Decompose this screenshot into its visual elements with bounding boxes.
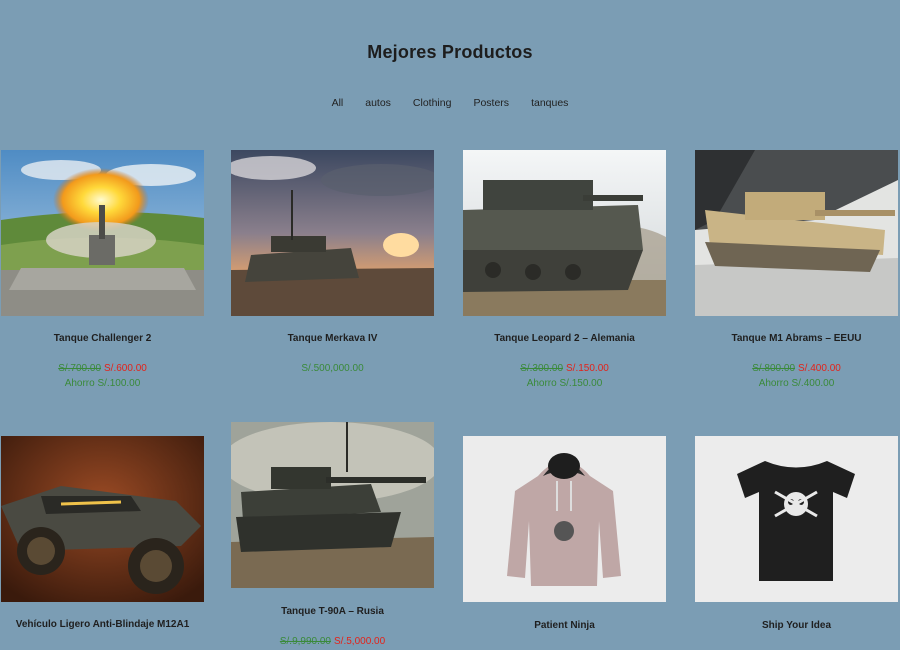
product-name[interactable]: Tanque Leopard 2 – Alemania	[449, 333, 680, 344]
sale-price: S/.400.00	[798, 363, 841, 374]
product-image-hoodie[interactable]	[463, 436, 666, 602]
old-price: S/.9,990.00	[279, 636, 331, 647]
old-price: S/.800.00	[752, 363, 795, 374]
savings-text: Ahorro S/.400.00	[758, 378, 835, 389]
savings-text: Ahorro S/.100.00	[64, 378, 141, 389]
product-image-tank-aircraft[interactable]	[695, 150, 898, 316]
old-price: S/.700.00	[58, 363, 101, 374]
price-line: S/.700.00 S/.600.00	[1, 363, 204, 374]
price-line: S/.9,990.00 S/.5,000.00	[231, 636, 434, 647]
product-name[interactable]: Tanque Merkava IV	[217, 333, 448, 344]
product-image-tank-mud[interactable]	[231, 422, 434, 588]
product-name[interactable]: Patient Ninja	[449, 620, 680, 631]
sale-price: S/.150.00	[566, 363, 609, 374]
product-grid: Tanque Challenger 2 S/.700.00 S/.600.00 A…	[0, 0, 900, 650]
price-line: S/.800.00 S/.400.00	[695, 363, 898, 374]
product-name[interactable]: Tanque M1 Abrams – EEUU	[681, 333, 900, 344]
price-line: S/.500,000.00	[231, 363, 434, 374]
product-image-tank-sunset[interactable]	[231, 150, 434, 316]
product-image-armored-vehicle[interactable]	[1, 436, 204, 602]
price-line: S/.300.00 S/.150.00	[463, 363, 666, 374]
old-price: S/.300.00	[520, 363, 563, 374]
product-name[interactable]: Ship Your Idea	[681, 620, 900, 631]
product-name[interactable]: Tanque Challenger 2	[0, 333, 218, 344]
product-image-tshirt[interactable]	[695, 436, 898, 602]
product-image-tank-firing[interactable]	[1, 150, 204, 316]
product-name[interactable]: Tanque T-90A – Rusia	[217, 606, 448, 617]
sale-price: S/.600.00	[104, 363, 147, 374]
savings-text: Ahorro S/.150.00	[526, 378, 603, 389]
sale-price: S/.5,000.00	[334, 636, 386, 647]
regular-price: S/.500,000.00	[301, 363, 364, 374]
product-image-tank-dust[interactable]	[463, 150, 666, 316]
product-name[interactable]: Vehículo Ligero Anti-Blindaje M12A1	[0, 619, 218, 630]
